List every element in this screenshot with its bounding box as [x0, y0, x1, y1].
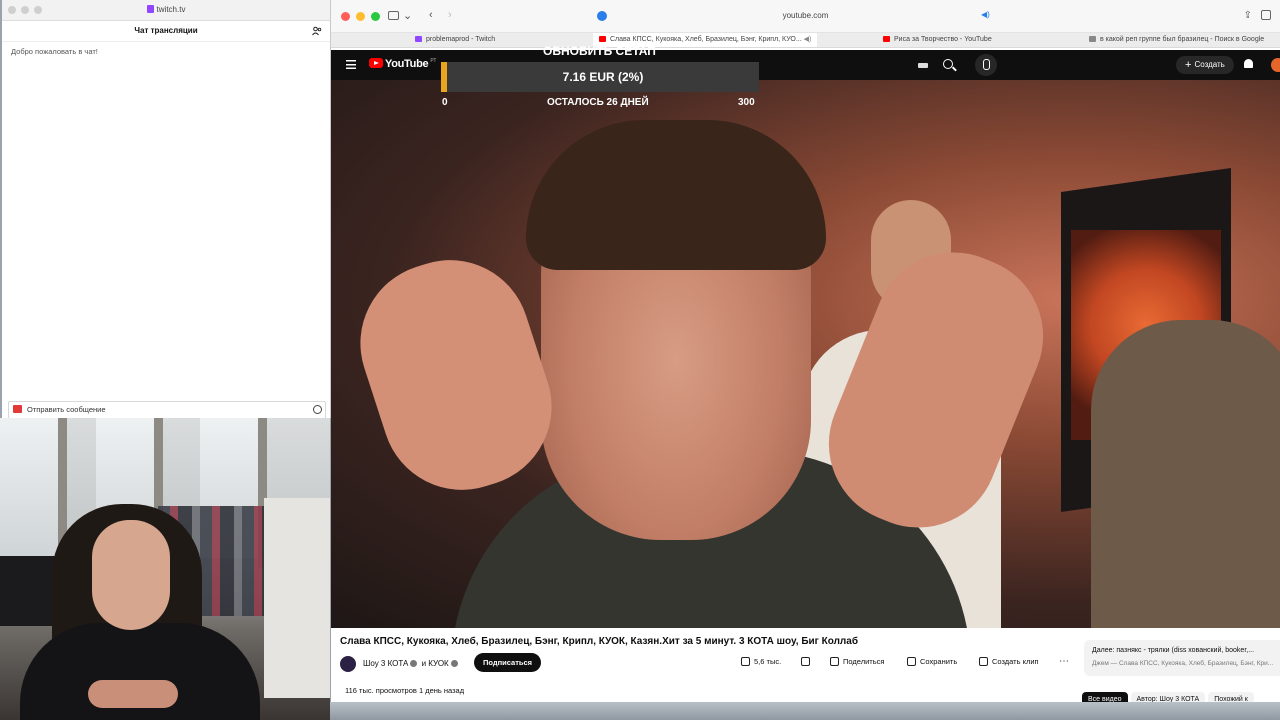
goal-title: ОБНОВИТЬ СЕТАП [543, 44, 656, 58]
youtube-favicon-icon [883, 36, 890, 42]
channel-points-icon[interactable] [13, 405, 22, 413]
mute-tab-icon[interactable]: ◀) [804, 36, 812, 43]
up-next-card[interactable]: Далее: пазнякс - трялки (diss хованский,… [1084, 640, 1280, 676]
chat-header: Чат трансляции [2, 21, 330, 42]
youtube-favicon-icon [599, 36, 606, 42]
goal-max: 300 [738, 97, 755, 108]
verified-check-icon [450, 660, 458, 667]
youtube-logo[interactable]: YouTube PT [369, 58, 436, 70]
share-icon[interactable]: ⇪ [1244, 10, 1252, 21]
thumbs-down-icon [801, 657, 810, 666]
tab-bar: problemaprod - Twitch Слава КПСС, Кукояк… [331, 33, 1280, 48]
view-count: 116 тыс. просмотров 1 день назад [345, 686, 465, 695]
chip-related[interactable]: Похожий к [1208, 692, 1254, 702]
twitch-favicon-icon [415, 36, 422, 42]
goal-days-left: ОСТАЛОСЬ 26 ДНЕЙ [547, 97, 649, 108]
tab-google-search[interactable]: в какой реп группе был бразилец - Поиск … [1089, 33, 1264, 47]
goal-amount: 7.16 EUR (2%) [562, 70, 644, 84]
tab-twitch[interactable]: problemaprod - Twitch [415, 33, 495, 47]
tab-overview-icon[interactable] [1261, 10, 1271, 20]
browser-window: ⌄ ‹ › youtube.com ◀) ⇪ problemaprod - Tw… [331, 0, 1280, 702]
bookmark-icon [907, 657, 916, 666]
save-button[interactable]: Сохранить [907, 657, 957, 666]
video-title: Слава КПСС, Кукояка, Хлеб, Бразилец, Бэн… [340, 636, 859, 647]
subscribe-button[interactable]: Подписаться [474, 653, 542, 672]
search-icon[interactable] [938, 54, 960, 76]
menu-icon[interactable] [346, 60, 356, 69]
twitch-chat-window: twitch.tv Чат трансляции Добро пожаловат… [2, 0, 331, 418]
channel-avatar[interactable] [340, 656, 356, 672]
users-icon[interactable] [312, 26, 322, 36]
like-button[interactable]: 5,6 тыс. [741, 657, 781, 666]
goal-progress-bar: 7.16 EUR (2%) [441, 62, 759, 92]
thumbs-up-icon [741, 657, 750, 666]
notifications-bell-icon[interactable] [1244, 59, 1253, 68]
microphone-icon[interactable] [975, 54, 997, 76]
verified-check-icon [410, 660, 418, 667]
address-bar[interactable]: youtube.com [331, 11, 1280, 20]
chat-title: Чат трансляции [134, 26, 198, 35]
browser-toolbar: ⌄ ‹ › youtube.com ◀) ⇪ [331, 0, 1280, 33]
scissors-icon [979, 657, 988, 666]
audio-playing-icon[interactable]: ◀) [981, 10, 990, 19]
video-player[interactable] [331, 80, 1280, 628]
more-actions-icon[interactable]: ⋯ [1059, 656, 1069, 667]
google-favicon-icon [1089, 36, 1096, 42]
keyboard-icon[interactable] [918, 63, 928, 68]
chip-all-videos[interactable]: Все видео [1082, 692, 1128, 702]
streamer-webcam [0, 418, 330, 720]
twitch-titlebar: twitch.tv [2, 0, 330, 21]
desktop-background [330, 702, 1280, 720]
goal-min: 0 [442, 97, 448, 108]
dislike-button[interactable] [801, 657, 814, 666]
video-info: Слава КПСС, Кукояка, Хлеб, Бразилец, Бэн… [331, 628, 1280, 702]
up-next-title: Далее: пазнякс - трялки (diss хованский,… [1092, 647, 1255, 654]
recommendation-chips: Все видео Автор: Шоу 3 КОТА Похожий к [1082, 688, 1257, 702]
chat-welcome-message: Добро пожаловать в чат! [11, 47, 98, 56]
up-next-subtitle: Джем — Слава КПСС, Кукояка, Хлеб, Бразил… [1092, 660, 1274, 667]
youtube-play-icon [369, 58, 383, 68]
share-button[interactable]: Поделиться [830, 657, 884, 666]
emoji-icon[interactable] [313, 405, 322, 414]
twitch-url: twitch.tv [2, 5, 330, 14]
tab-youtube-risa[interactable]: Риса за Творчество - YouTube [883, 33, 992, 47]
create-button[interactable]: + Создать [1176, 56, 1234, 74]
chip-author[interactable]: Автор: Шоу 3 КОТА [1130, 692, 1206, 702]
plus-icon: + [1185, 59, 1192, 71]
twitch-logo-icon [146, 5, 154, 13]
channel-name[interactable]: Шоу 3 КОТА и КУОК [363, 659, 460, 668]
chat-input[interactable]: Отправить сообщение [8, 401, 326, 418]
share-arrow-icon [830, 657, 839, 666]
clip-button[interactable]: Создать клип [979, 657, 1039, 666]
user-avatar[interactable] [1271, 58, 1280, 72]
